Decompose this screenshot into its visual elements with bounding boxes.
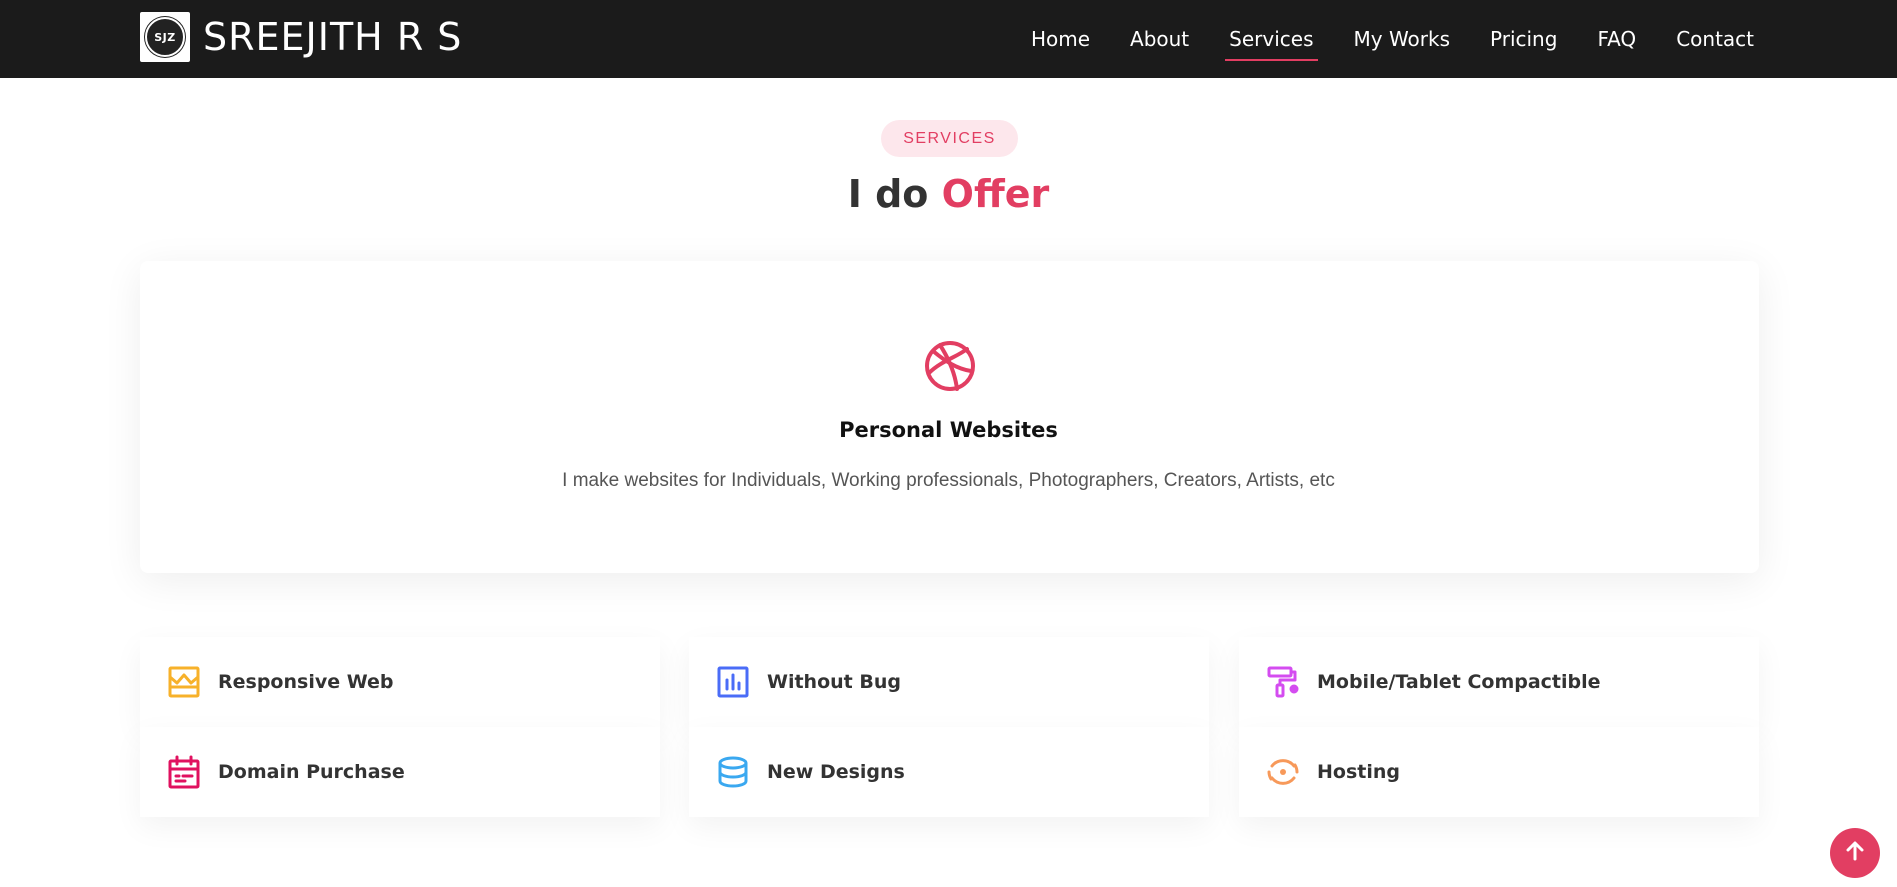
feature-item[interactable]: Hosting: [1239, 727, 1759, 817]
navbar: SJZ SREEJITH R S Home About Services My …: [0, 0, 1897, 78]
nav-home[interactable]: Home: [1031, 27, 1090, 51]
feature-column-3: Mobile/Tablet Compactible Hosting: [1239, 637, 1759, 817]
logo: SJZ: [140, 12, 190, 62]
brand-name: SREEJITH R S: [203, 15, 463, 59]
main-nav: Home About Services My Works Pricing FAQ…: [1031, 0, 1754, 78]
logo-text: SJZ: [145, 17, 185, 57]
arrow-up-icon: [1844, 840, 1866, 867]
feature-label: Hosting: [1317, 761, 1400, 783]
feature-item[interactable]: Domain Purchase: [140, 727, 660, 817]
target-icon: [1265, 754, 1301, 790]
brand[interactable]: SJZ SREEJITH R S: [140, 12, 462, 62]
feature-item[interactable]: New Designs: [689, 727, 1209, 817]
feature-label: New Designs: [767, 761, 905, 783]
feature-label: Mobile/Tablet Compactible: [1317, 671, 1601, 693]
feature-item[interactable]: Responsive Web: [140, 637, 660, 727]
nav-pricing[interactable]: Pricing: [1490, 27, 1557, 51]
feature-item[interactable]: Mobile/Tablet Compactible: [1239, 637, 1759, 727]
bar-chart-icon: [715, 664, 751, 700]
heading-accent: Offer: [941, 172, 1050, 216]
heading-plain: I do: [847, 172, 929, 216]
scroll-to-top-button[interactable]: [1830, 828, 1880, 878]
main-service-card: [140, 261, 1759, 573]
storefront-icon: [166, 664, 202, 700]
feature-column-2: Without Bug New Designs: [689, 637, 1209, 817]
section-badge: SERVICES: [881, 120, 1018, 157]
feature-item[interactable]: Without Bug: [689, 637, 1209, 727]
feature-label: Domain Purchase: [218, 761, 405, 783]
feature-label: Without Bug: [767, 671, 901, 693]
database-icon: [715, 754, 751, 790]
nav-services[interactable]: Services: [1225, 27, 1318, 61]
paint-roller-icon: [1265, 664, 1301, 700]
nav-my-works[interactable]: My Works: [1354, 27, 1451, 51]
main-service-title: Personal Websites: [839, 418, 1058, 442]
calendar-icon: [166, 754, 202, 790]
nav-contact[interactable]: Contact: [1676, 27, 1754, 51]
main-service-description: I make websites for Individuals, Working…: [562, 470, 1335, 491]
dribbble-icon: [923, 339, 977, 393]
nav-faq[interactable]: FAQ: [1597, 27, 1636, 51]
section-heading: I do Offer: [0, 172, 1897, 216]
nav-about[interactable]: About: [1130, 27, 1189, 51]
feature-label: Responsive Web: [218, 671, 394, 693]
feature-column-1: Responsive Web Domain Purchase: [140, 637, 660, 817]
